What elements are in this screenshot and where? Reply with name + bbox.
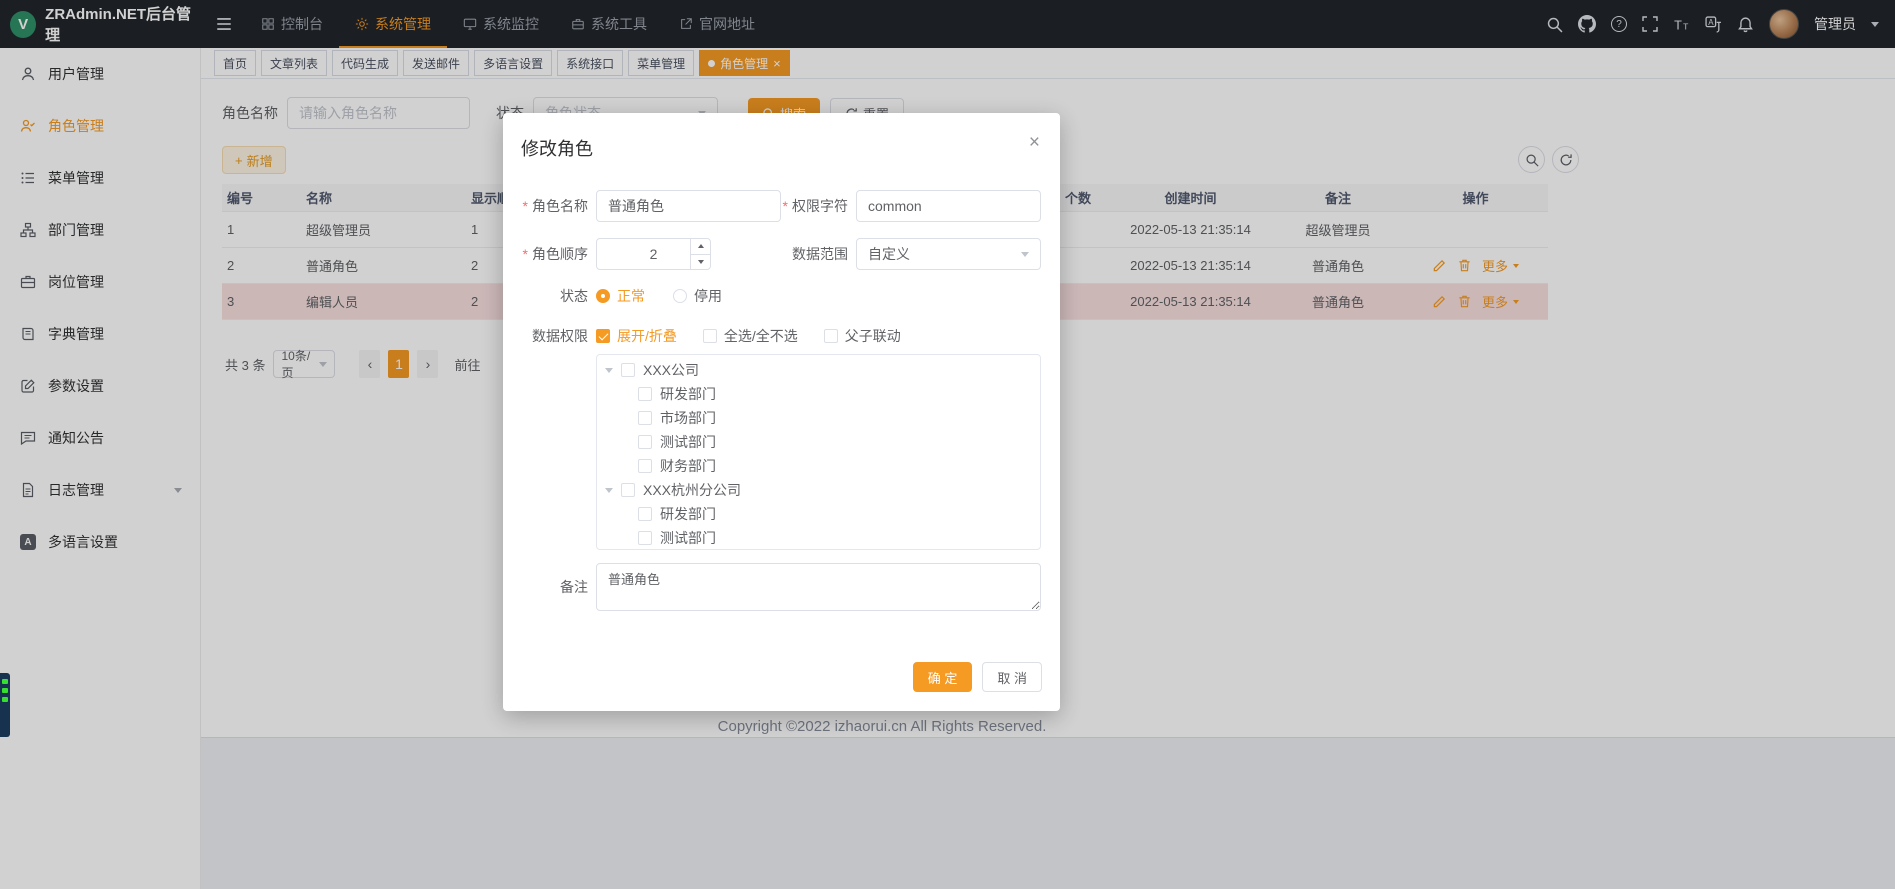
status-label: 状态 (503, 286, 588, 306)
chevron-down-icon (1021, 252, 1029, 257)
radio-icon (596, 289, 610, 303)
checkbox-icon[interactable] (638, 459, 652, 473)
permission-tree: XXX公司 研发部门 市场部门 测试部门 财务部门 (596, 354, 1041, 550)
checkbox-icon[interactable] (638, 411, 652, 425)
radio-icon (673, 289, 687, 303)
checkbox-icon[interactable] (621, 483, 635, 497)
arrow-down-icon[interactable] (691, 255, 710, 270)
corner-widget (0, 673, 10, 737)
dialog-body: 角色名称 权限字符 角色顺序 2 数据范围 (503, 113, 1060, 611)
number-stepper (690, 239, 710, 269)
parent-child-link-checkbox[interactable]: 父子联动 (824, 326, 901, 346)
status-radio-normal[interactable]: 正常 (596, 286, 645, 306)
tree-node[interactable]: 测试部门 (597, 526, 1040, 550)
select-all-checkbox[interactable]: 全选/全不选 (703, 326, 798, 346)
role-order-input[interactable]: 2 (596, 238, 711, 270)
perm-char-label: 权限字符 (781, 196, 848, 216)
expand-collapse-checkbox[interactable]: 展开/折叠 (596, 326, 677, 346)
checkbox-icon[interactable] (638, 531, 652, 545)
role-order-label: 角色顺序 (503, 244, 588, 264)
tree-node[interactable]: 财务部门 (597, 454, 1040, 478)
checkbox-icon (824, 329, 838, 343)
checkbox-icon[interactable] (621, 363, 635, 377)
caret-down-icon[interactable] (605, 488, 613, 493)
data-scope-select[interactable]: 自定义 (856, 238, 1041, 270)
tree-node[interactable]: 研发部门 (597, 502, 1040, 526)
checkbox-icon (596, 329, 610, 343)
data-scope-label: 数据范围 (781, 244, 848, 264)
data-perm-label: 数据权限 (503, 326, 588, 346)
confirm-button[interactable]: 确 定 (913, 662, 973, 692)
status-radio-disabled[interactable]: 停用 (673, 286, 722, 306)
remark-textarea[interactable]: 普通角色 (596, 563, 1041, 611)
checkbox-icon[interactable] (638, 387, 652, 401)
checkbox-icon[interactable] (638, 435, 652, 449)
close-icon[interactable]: × (1029, 133, 1040, 152)
remark-label: 备注 (503, 577, 588, 597)
tree-node[interactable]: 市场部门 (597, 406, 1040, 430)
dialog-footer: 确 定 取 消 (913, 662, 1042, 692)
tree-node[interactable]: 研发部门 (597, 382, 1040, 406)
arrow-up-icon[interactable] (691, 239, 710, 255)
cancel-button[interactable]: 取 消 (982, 662, 1042, 692)
role-order-value: 2 (650, 246, 658, 262)
tree-node[interactable]: XXX杭州分公司 (597, 478, 1040, 502)
tree-node[interactable]: XXX公司 (597, 358, 1040, 382)
dialog-title: 修改角色 (521, 135, 593, 161)
role-name-input[interactable] (596, 190, 781, 222)
role-name-label: 角色名称 (503, 196, 588, 216)
caret-down-icon[interactable] (605, 368, 613, 373)
edit-role-dialog: 修改角色 × 角色名称 权限字符 角色顺序 2 (503, 113, 1060, 711)
perm-char-input[interactable] (856, 190, 1041, 222)
checkbox-icon[interactable] (638, 507, 652, 521)
tree-node[interactable]: 测试部门 (597, 430, 1040, 454)
checkbox-icon (703, 329, 717, 343)
